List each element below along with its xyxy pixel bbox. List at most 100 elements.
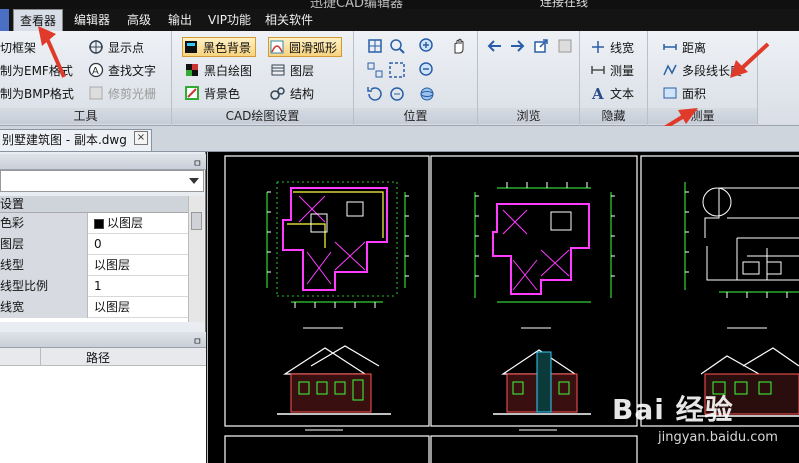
- print-preview-icon[interactable]: [556, 37, 574, 55]
- elevation-1: [277, 345, 391, 431]
- group-hide-label: 隐藏: [580, 108, 647, 124]
- dimension-icon: [590, 62, 606, 78]
- export-bmp-button[interactable]: 制为BMP格式: [0, 83, 74, 103]
- trim-frame-button[interactable]: 切框架: [0, 37, 36, 57]
- properties-panel-header: ㅁ: [0, 154, 206, 170]
- document-tab[interactable]: 别墅建筑图 - 副本.dwg: [0, 129, 152, 151]
- arc-icon: [269, 39, 285, 55]
- properties-table: 设置 色彩 以图层 图层 0 线型 以图层 线型比例 1 线宽 以图层: [0, 196, 188, 322]
- fit-window-icon[interactable]: [366, 37, 384, 55]
- zoom-out-icon[interactable]: [418, 61, 436, 79]
- prop-row-linetype[interactable]: 线型 以图层: [0, 255, 188, 276]
- previous-arrow-icon[interactable]: [486, 37, 504, 55]
- annotation-arrow-polyline: [730, 42, 770, 78]
- zoom-all-icon[interactable]: [388, 61, 406, 79]
- background-color-button[interactable]: 背景色: [184, 83, 240, 103]
- structure-button[interactable]: 结构: [270, 83, 314, 103]
- next-arrow-icon[interactable]: [508, 37, 526, 55]
- show-points-button[interactable]: 显示点: [88, 37, 144, 57]
- window-title: 迅捷CAD编辑器: [310, 0, 403, 9]
- zoom-rect-icon[interactable]: [388, 37, 406, 55]
- group-browse-label: 浏览: [478, 108, 579, 124]
- group-cad-settings-label: CAD绘图设置: [172, 108, 353, 124]
- structure-icon: [270, 85, 286, 101]
- entity-selector-dropdown[interactable]: [0, 170, 204, 192]
- group-tools-label: 工具: [0, 108, 171, 124]
- palette-icon: [184, 85, 200, 101]
- app-menu-button[interactable]: [0, 9, 9, 31]
- polyline-icon: [662, 62, 678, 78]
- title-bar: 迅捷CAD编辑器 连接在线: [0, 0, 799, 9]
- floor-plan-1: [266, 181, 409, 329]
- raster-icon: [88, 85, 104, 101]
- bw-icon: [184, 62, 200, 78]
- trim-raster-button[interactable]: 修剪光栅: [88, 83, 156, 103]
- floor-plan-3: [684, 182, 799, 329]
- distance-icon: [662, 39, 678, 55]
- text-toggle-button[interactable]: A 文本: [590, 83, 634, 103]
- find-text-button[interactable]: A 查找文字: [88, 60, 156, 80]
- group-browse: 浏览: [478, 31, 580, 126]
- layers-table: 路径: [0, 348, 206, 463]
- prop-row-linetype-scale[interactable]: 线型比例 1: [0, 276, 188, 297]
- bw-drawing-button[interactable]: 黑白绘图: [184, 60, 252, 80]
- annotation-arrow-menu: [38, 26, 66, 78]
- line-width-button[interactable]: 线宽: [590, 37, 634, 57]
- zoom-in-icon[interactable]: [418, 37, 436, 55]
- column-path[interactable]: 路径: [86, 349, 110, 366]
- zoom-previous-icon[interactable]: [388, 85, 406, 103]
- open-link-icon[interactable]: [532, 37, 550, 55]
- watermark-text: Bai 经验: [612, 393, 734, 426]
- layers-table-header: 路径: [0, 348, 206, 366]
- svg-text:A: A: [591, 85, 604, 101]
- area-button[interactable]: 面积: [662, 83, 706, 103]
- distance-button[interactable]: 距离: [662, 37, 706, 57]
- layers-icon: [270, 62, 286, 78]
- menu-bar: 查看器 编辑器 高级 输出 VIP功能 相关软件: [0, 9, 799, 31]
- properties-scrollbar[interactable]: [188, 196, 204, 322]
- line-width-icon: [590, 39, 606, 55]
- group-position: 位置: [354, 31, 478, 126]
- baidu-watermark: Bai 经验 jingyan.baidu.com: [612, 388, 778, 445]
- zoom-extents-icon[interactable]: [366, 61, 384, 79]
- prop-row-color[interactable]: 色彩 以图层: [0, 213, 188, 234]
- group-cad-settings: 黑色背景 黑白绘图 背景色 圆滑弧形 图层 结构 CAD绘图设置: [172, 31, 354, 126]
- close-tab-icon[interactable]: ×: [134, 131, 148, 145]
- layers-panel-header: ㅁ: [0, 332, 206, 348]
- rotate-icon[interactable]: [366, 85, 384, 103]
- text-a-icon: A: [590, 85, 606, 101]
- prop-row-layer[interactable]: 图层 0: [0, 234, 188, 255]
- sheet-frame-5: [430, 435, 638, 463]
- find-text-icon: A: [88, 62, 104, 78]
- pin-icon[interactable]: ㅁ: [193, 155, 202, 170]
- measure-toggle-button[interactable]: 测量: [590, 60, 634, 80]
- document-tab-bar: 别墅建筑图 - 副本.dwg: [0, 126, 799, 152]
- pan-hand-icon[interactable]: [450, 37, 468, 55]
- prop-row-lineweight[interactable]: 线宽 以图层: [0, 297, 188, 318]
- view-3d-icon[interactable]: [418, 85, 436, 103]
- group-position-label: 位置: [354, 108, 477, 124]
- menu-editor[interactable]: 编辑器: [74, 12, 110, 28]
- color-swatch: [94, 218, 104, 229]
- crosshair-icon: [88, 39, 104, 55]
- sheet-frame-4: [224, 435, 430, 463]
- scrollbar-thumb[interactable]: [191, 212, 202, 230]
- black-bg-icon: [183, 39, 199, 55]
- menu-related-software[interactable]: 相关软件: [265, 12, 313, 28]
- watermark-url: jingyan.baidu.com: [658, 430, 778, 445]
- menu-advanced[interactable]: 高级: [127, 12, 151, 28]
- elevation-2: [493, 349, 591, 431]
- svg-text:A: A: [92, 66, 99, 77]
- group-hide: 线宽 测量 A 文本 隐藏: [580, 31, 648, 126]
- area-icon: [662, 85, 678, 101]
- properties-group-header[interactable]: 设置: [0, 196, 188, 213]
- layers-button[interactable]: 图层: [270, 60, 314, 80]
- black-background-button[interactable]: 黑色背景: [182, 37, 257, 57]
- online-connect[interactable]: 连接在线: [540, 0, 588, 9]
- menu-vip[interactable]: VIP功能: [208, 12, 251, 28]
- menu-output[interactable]: 输出: [168, 12, 192, 28]
- pin-icon[interactable]: ㅁ: [193, 333, 202, 348]
- chevron-down-icon: [189, 178, 199, 184]
- smooth-arc-button[interactable]: 圆滑弧形: [268, 37, 343, 57]
- floor-plan-2: [474, 182, 615, 329]
